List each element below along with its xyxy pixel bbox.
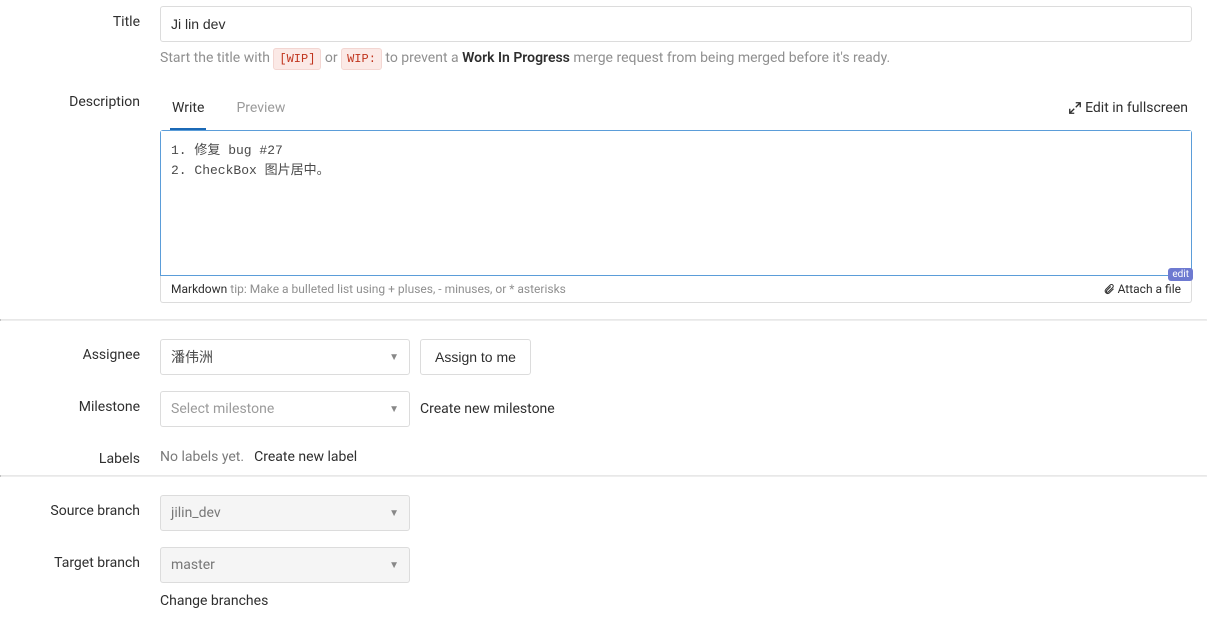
labels-empty-text: No labels yet. <box>160 449 244 465</box>
chevron-down-icon: ▼ <box>389 560 399 571</box>
description-textarea[interactable] <box>161 131 1191 271</box>
target-branch-select[interactable]: master ▼ <box>160 547 410 583</box>
source-branch-label: Source branch <box>0 495 160 531</box>
create-milestone-link[interactable]: Create new milestone <box>420 401 555 417</box>
title-hint: Start the title with [WIP] or WIP: to pr… <box>160 48 1192 70</box>
title-label: Title <box>0 6 160 70</box>
change-branches-link[interactable]: Change branches <box>160 593 268 609</box>
paperclip-icon <box>1103 283 1115 295</box>
chevron-down-icon: ▼ <box>389 352 399 363</box>
assignee-select[interactable]: 潘伟洲 ▼ <box>160 339 410 375</box>
milestone-select[interactable]: Select milestone ▼ <box>160 391 410 427</box>
expand-icon <box>1069 102 1081 114</box>
description-label: Description <box>0 86 160 303</box>
chevron-down-icon: ▼ <box>389 508 399 519</box>
description-tabs: Write Preview <box>160 86 287 130</box>
tab-write[interactable]: Write <box>170 86 206 130</box>
wip-pill-2: WIP: <box>341 48 382 70</box>
source-branch-select[interactable]: jilin_dev ▼ <box>160 495 410 531</box>
attach-file-link[interactable]: Attach a file <box>1103 282 1181 296</box>
assignee-label: Assignee <box>0 339 160 375</box>
milestone-label: Milestone <box>0 391 160 427</box>
wip-pill-1: [WIP] <box>273 48 321 70</box>
assign-to-me-button[interactable]: Assign to me <box>420 339 531 375</box>
tab-preview[interactable]: Preview <box>234 86 287 130</box>
edit-fullscreen-link[interactable]: Edit in fullscreen <box>1069 100 1192 116</box>
edit-badge: edit <box>1168 268 1193 281</box>
markdown-tip: Markdown tip: Make a bulleted list using… <box>171 282 566 296</box>
markdown-link[interactable]: Markdown <box>171 282 227 296</box>
labels-label: Labels <box>0 443 160 467</box>
chevron-down-icon: ▼ <box>389 404 399 415</box>
create-label-link[interactable]: Create new label <box>254 449 357 465</box>
title-input[interactable] <box>160 6 1192 42</box>
target-branch-label: Target branch <box>0 547 160 609</box>
